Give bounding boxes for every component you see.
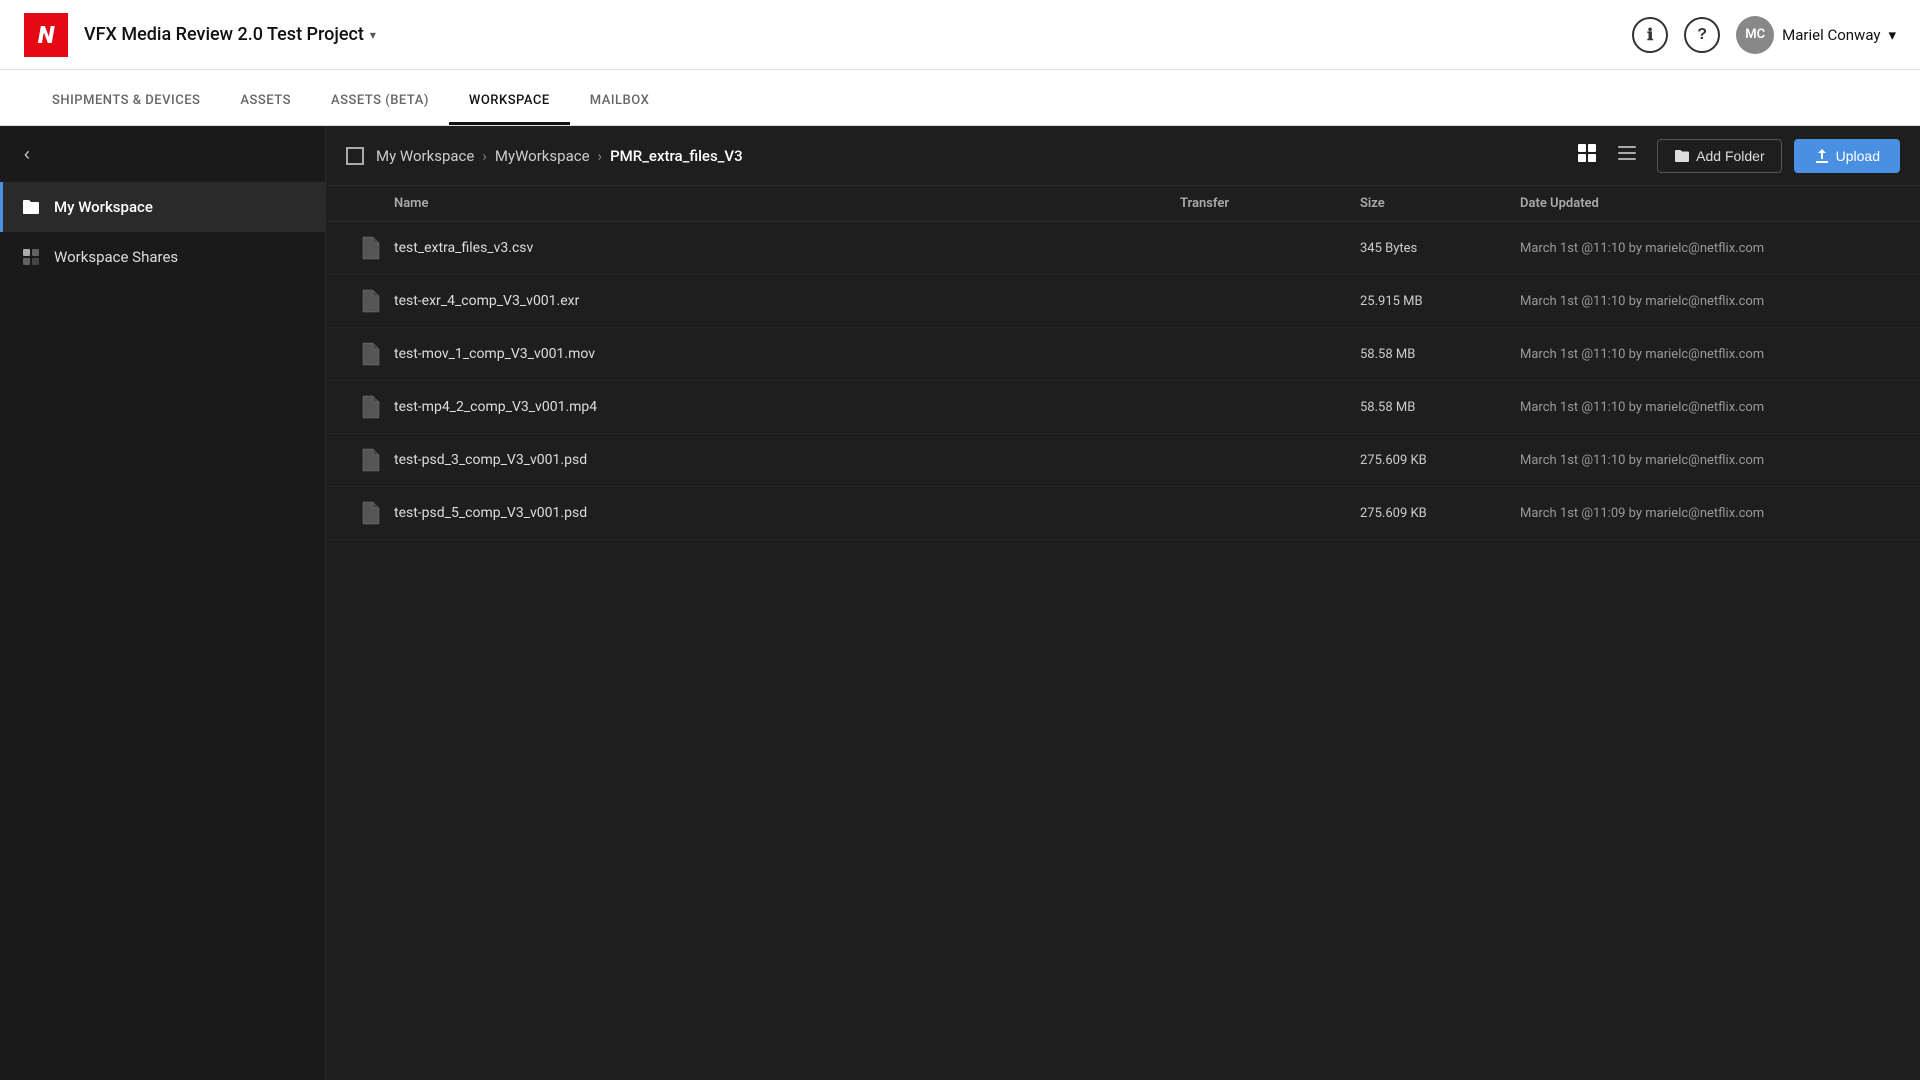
tab-workspace[interactable]: WORKSPACE: [449, 79, 570, 125]
file-list-header: Name Transfer Size Date Updated: [326, 186, 1920, 222]
main-layout: ‹ My Workspace Workspace Shares: [0, 126, 1920, 1080]
tab-mailbox[interactable]: MAILBOX: [570, 79, 670, 125]
file-size: 275.609 KB: [1360, 453, 1520, 468]
table-row[interactable]: test-mov_1_comp_V3_v001.mov 58.58 MB Mar…: [326, 328, 1920, 381]
view-toggle: [1569, 137, 1645, 174]
sidebar-item-workspace-shares[interactable]: Workspace Shares: [0, 232, 325, 282]
netflix-logo: N: [24, 13, 68, 57]
folder-icon: [20, 196, 42, 218]
sidebar-item-label-workspace-shares: Workspace Shares: [54, 248, 178, 266]
breadcrumb: My Workspace › MyWorkspace › PMR_extra_f…: [376, 147, 743, 165]
user-menu[interactable]: MC Mariel Conway ▾: [1736, 16, 1896, 54]
content-area: My Workspace › MyWorkspace › PMR_extra_f…: [326, 126, 1920, 1080]
file-name: test-exr_4_comp_V3_v001.exr: [394, 293, 1180, 309]
file-size: 345 Bytes: [1360, 241, 1520, 256]
breadcrumb-part-2[interactable]: MyWorkspace: [495, 147, 590, 165]
app-header: N VFX Media Review 2.0 Test Project ▾ ℹ …: [0, 0, 1920, 70]
file-icon: [360, 501, 380, 525]
file-icon: [360, 448, 380, 472]
add-folder-button[interactable]: Add Folder: [1657, 139, 1781, 173]
table-row[interactable]: test_extra_files_v3.csv 345 Bytes March …: [326, 222, 1920, 275]
breadcrumb-sep-2: ›: [598, 147, 603, 165]
file-size: 25.915 MB: [1360, 294, 1520, 309]
add-folder-label: Add Folder: [1696, 148, 1764, 164]
file-icon-cell: [346, 342, 394, 366]
avatar: MC: [1736, 16, 1774, 54]
file-icon: [360, 236, 380, 260]
file-icon-cell: [346, 236, 394, 260]
project-title-dropdown[interactable]: VFX Media Review 2.0 Test Project ▾: [84, 24, 376, 45]
list-view-button[interactable]: [1609, 137, 1645, 174]
nav-tabs: SHIPMENTS & DEVICES ASSETS ASSETS (BETA)…: [0, 70, 1920, 126]
user-dropdown-arrow: ▾: [1888, 26, 1896, 44]
col-name: Name: [394, 196, 1180, 211]
sidebar-item-my-workspace[interactable]: My Workspace: [0, 182, 325, 232]
file-name: test-mp4_2_comp_V3_v001.mp4: [394, 399, 1180, 415]
help-button[interactable]: ?: [1684, 17, 1720, 53]
table-row[interactable]: test-exr_4_comp_V3_v001.exr 25.915 MB Ma…: [326, 275, 1920, 328]
file-date: March 1st @11:10 by marielc@netflix.com: [1520, 294, 1900, 309]
breadcrumb-sep-1: ›: [482, 147, 487, 165]
upload-button[interactable]: Upload: [1794, 139, 1900, 173]
file-icon-cell: [346, 448, 394, 472]
col-transfer: Transfer: [1180, 196, 1360, 211]
user-name-label: Mariel Conway: [1782, 26, 1880, 44]
col-size: Size: [1360, 196, 1520, 211]
sidebar: ‹ My Workspace Workspace Shares: [0, 126, 326, 1080]
file-icon: [360, 395, 380, 419]
file-name: test_extra_files_v3.csv: [394, 240, 1180, 256]
grid-view-button[interactable]: [1569, 137, 1605, 174]
file-size: 58.58 MB: [1360, 400, 1520, 415]
file-icon-cell: [346, 395, 394, 419]
select-all-checkbox[interactable]: [346, 147, 364, 165]
sidebar-collapse-button[interactable]: ‹: [16, 136, 38, 173]
file-date: March 1st @11:09 by marielc@netflix.com: [1520, 506, 1900, 521]
tab-assets-beta[interactable]: ASSETS (BETA): [311, 79, 449, 125]
file-date: March 1st @11:10 by marielc@netflix.com: [1520, 453, 1900, 468]
file-icon: [360, 342, 380, 366]
shares-icon: [20, 246, 42, 268]
info-icon: ℹ: [1647, 25, 1653, 45]
content-toolbar: My Workspace › MyWorkspace › PMR_extra_f…: [326, 126, 1920, 186]
tab-assets[interactable]: ASSETS: [220, 79, 311, 125]
breadcrumb-current: PMR_extra_files_V3: [610, 147, 743, 165]
table-row[interactable]: test-psd_3_comp_V3_v001.psd 275.609 KB M…: [326, 434, 1920, 487]
file-date: March 1st @11:10 by marielc@netflix.com: [1520, 400, 1900, 415]
tab-shipments[interactable]: SHIPMENTS & DEVICES: [32, 79, 220, 125]
upload-label: Upload: [1836, 148, 1880, 164]
file-rows: test_extra_files_v3.csv 345 Bytes March …: [326, 222, 1920, 540]
help-icon: ?: [1697, 26, 1707, 44]
file-date: March 1st @11:10 by marielc@netflix.com: [1520, 347, 1900, 362]
sidebar-header: ‹: [0, 126, 325, 182]
file-icon-cell: [346, 501, 394, 525]
table-row[interactable]: test-psd_5_comp_V3_v001.psd 275.609 KB M…: [326, 487, 1920, 540]
col-date: Date Updated: [1520, 196, 1900, 211]
file-icon-cell: [346, 289, 394, 313]
file-size: 275.609 KB: [1360, 506, 1520, 521]
file-name: test-psd_3_comp_V3_v001.psd: [394, 452, 1180, 468]
file-date: March 1st @11:10 by marielc@netflix.com: [1520, 241, 1900, 256]
breadcrumb-part-1[interactable]: My Workspace: [376, 147, 474, 165]
file-icon: [360, 289, 380, 313]
project-title-text: VFX Media Review 2.0 Test Project: [84, 24, 364, 45]
info-button[interactable]: ℹ: [1632, 17, 1668, 53]
header-icons: ℹ ? MC Mariel Conway ▾: [1632, 16, 1896, 54]
file-name: test-mov_1_comp_V3_v001.mov: [394, 346, 1180, 362]
sidebar-item-label-my-workspace: My Workspace: [54, 198, 153, 216]
collapse-icon: ‹: [24, 144, 30, 164]
file-name: test-psd_5_comp_V3_v001.psd: [394, 505, 1180, 521]
project-dropdown-arrow: ▾: [370, 28, 376, 42]
table-row[interactable]: test-mp4_2_comp_V3_v001.mp4 58.58 MB Mar…: [326, 381, 1920, 434]
file-size: 58.58 MB: [1360, 347, 1520, 362]
file-list: Name Transfer Size Date Updated test_ext…: [326, 186, 1920, 1080]
